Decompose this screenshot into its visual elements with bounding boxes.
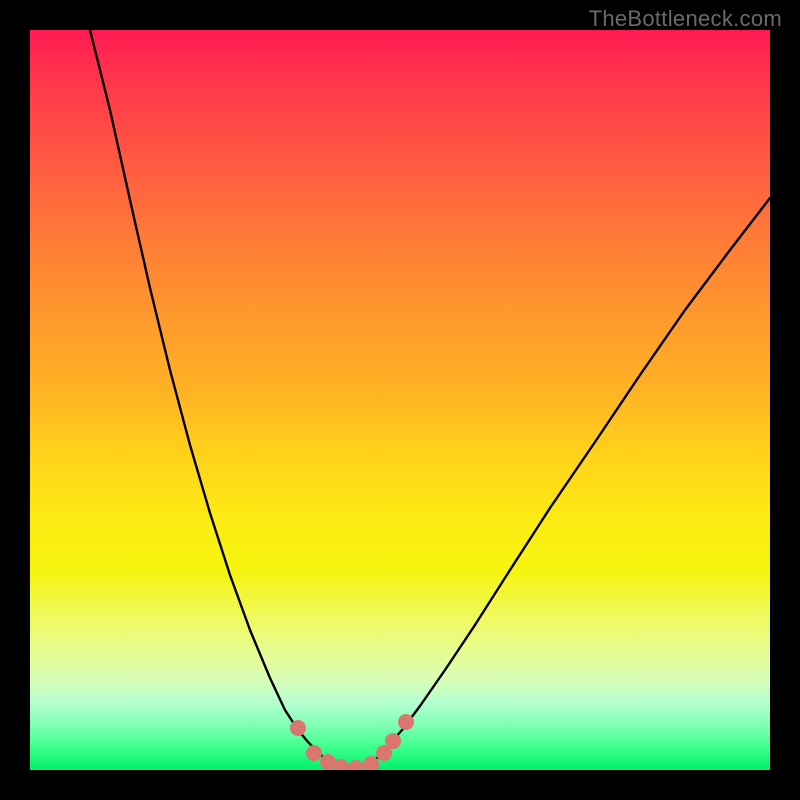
watermark-text: TheBottleneck.com [589,6,782,32]
series-left-branch [90,30,330,765]
dot-floor-b [348,760,364,770]
dot-right-upper [398,714,414,730]
chart-plot-area [30,30,770,770]
chart-frame: TheBottleneck.com [0,0,800,800]
series-right-branch [370,198,770,765]
curve-series [90,30,770,769]
dot-left-upper [290,720,306,736]
dot-right-c [385,733,401,749]
chart-svg [30,30,770,770]
dot-left-a [306,745,322,761]
